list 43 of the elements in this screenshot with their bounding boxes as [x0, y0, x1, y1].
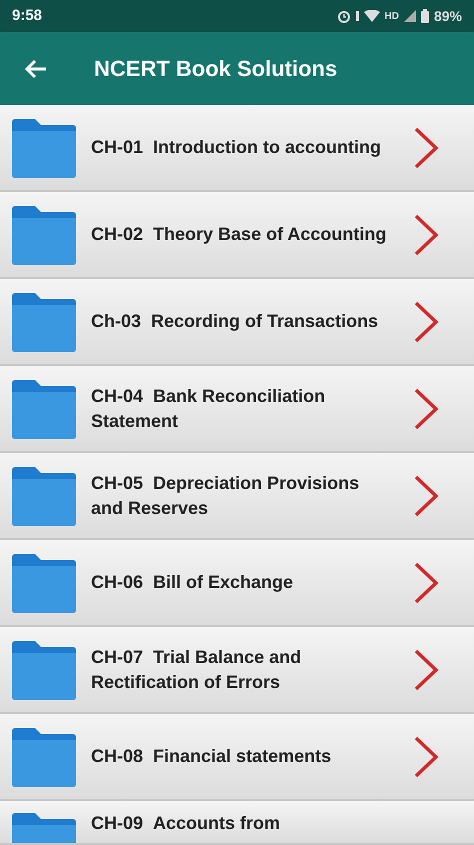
chevron-right-icon [413, 212, 439, 256]
status-time: 9:58 [12, 6, 42, 26]
chapter-title: Ch-03 Recording of Transactions [91, 310, 380, 333]
battery-percent: 89% [434, 6, 462, 26]
chapter-title: CH-02 Theory Base of Accounting [91, 223, 388, 246]
folder-icon [11, 290, 77, 352]
network-label: HD [384, 10, 399, 24]
wifi-icon [364, 10, 380, 22]
chevron-right-icon [413, 474, 439, 518]
chapter-item[interactable]: CH-05 Depreciation Provisions and Reserves [0, 453, 474, 540]
folder-icon [11, 552, 77, 614]
folder-icon [11, 464, 77, 526]
chapter-item[interactable]: CH-04 Bank Reconciliation Statement [0, 366, 474, 453]
chevron-right-icon [413, 386, 439, 430]
folder-icon [11, 638, 77, 700]
folder-icon [11, 116, 77, 178]
chapter-item[interactable]: CH-08 Financial statements [0, 714, 474, 801]
chevron-right-icon [413, 734, 439, 778]
folder-icon [11, 204, 77, 266]
chevron-right-icon [413, 560, 439, 604]
chapter-item[interactable]: CH-09 Accounts from [0, 801, 474, 845]
chapter-title: CH-07 Trial Balance and Rectification of Errors [91, 646, 302, 694]
chapter-title: CH-08 Financial statements [91, 745, 332, 768]
chapter-item[interactable]: CH-07 Trial Balance and Rectification of Errors [0, 627, 474, 714]
chevron-right-icon [413, 648, 439, 692]
folder-icon [11, 378, 77, 440]
chevron-right-icon [413, 126, 439, 170]
chevron-right-icon [413, 300, 439, 344]
folder-icon [11, 726, 77, 788]
back-arrow-icon [24, 58, 48, 78]
chapter-item[interactable]: CH-01 Introduction to accounting [0, 105, 474, 192]
chapter-title: CH-06 Bill of Exchange [91, 571, 294, 594]
chapter-title: CH-05 Depreciation Provisions and Reserves [91, 472, 360, 520]
chapter-title: CH-09 Accounts from [91, 812, 282, 835]
chapter-item[interactable]: Ch-03 Recording of Transactions [0, 279, 474, 366]
app-title: NCERT Book Solutions [94, 55, 338, 83]
battery-icon [420, 9, 429, 23]
chapter-item[interactable]: CH-02 Theory Base of Accounting [0, 192, 474, 279]
chapter-item[interactable]: CH-06 Bill of Exchange [0, 540, 474, 627]
signal-icon [404, 10, 416, 22]
chapter-title: CH-04 Bank Reconciliation Statement [91, 384, 326, 432]
alarm-icon [336, 9, 351, 23]
chapter-title: CH-01 Introduction to accounting [91, 136, 382, 159]
